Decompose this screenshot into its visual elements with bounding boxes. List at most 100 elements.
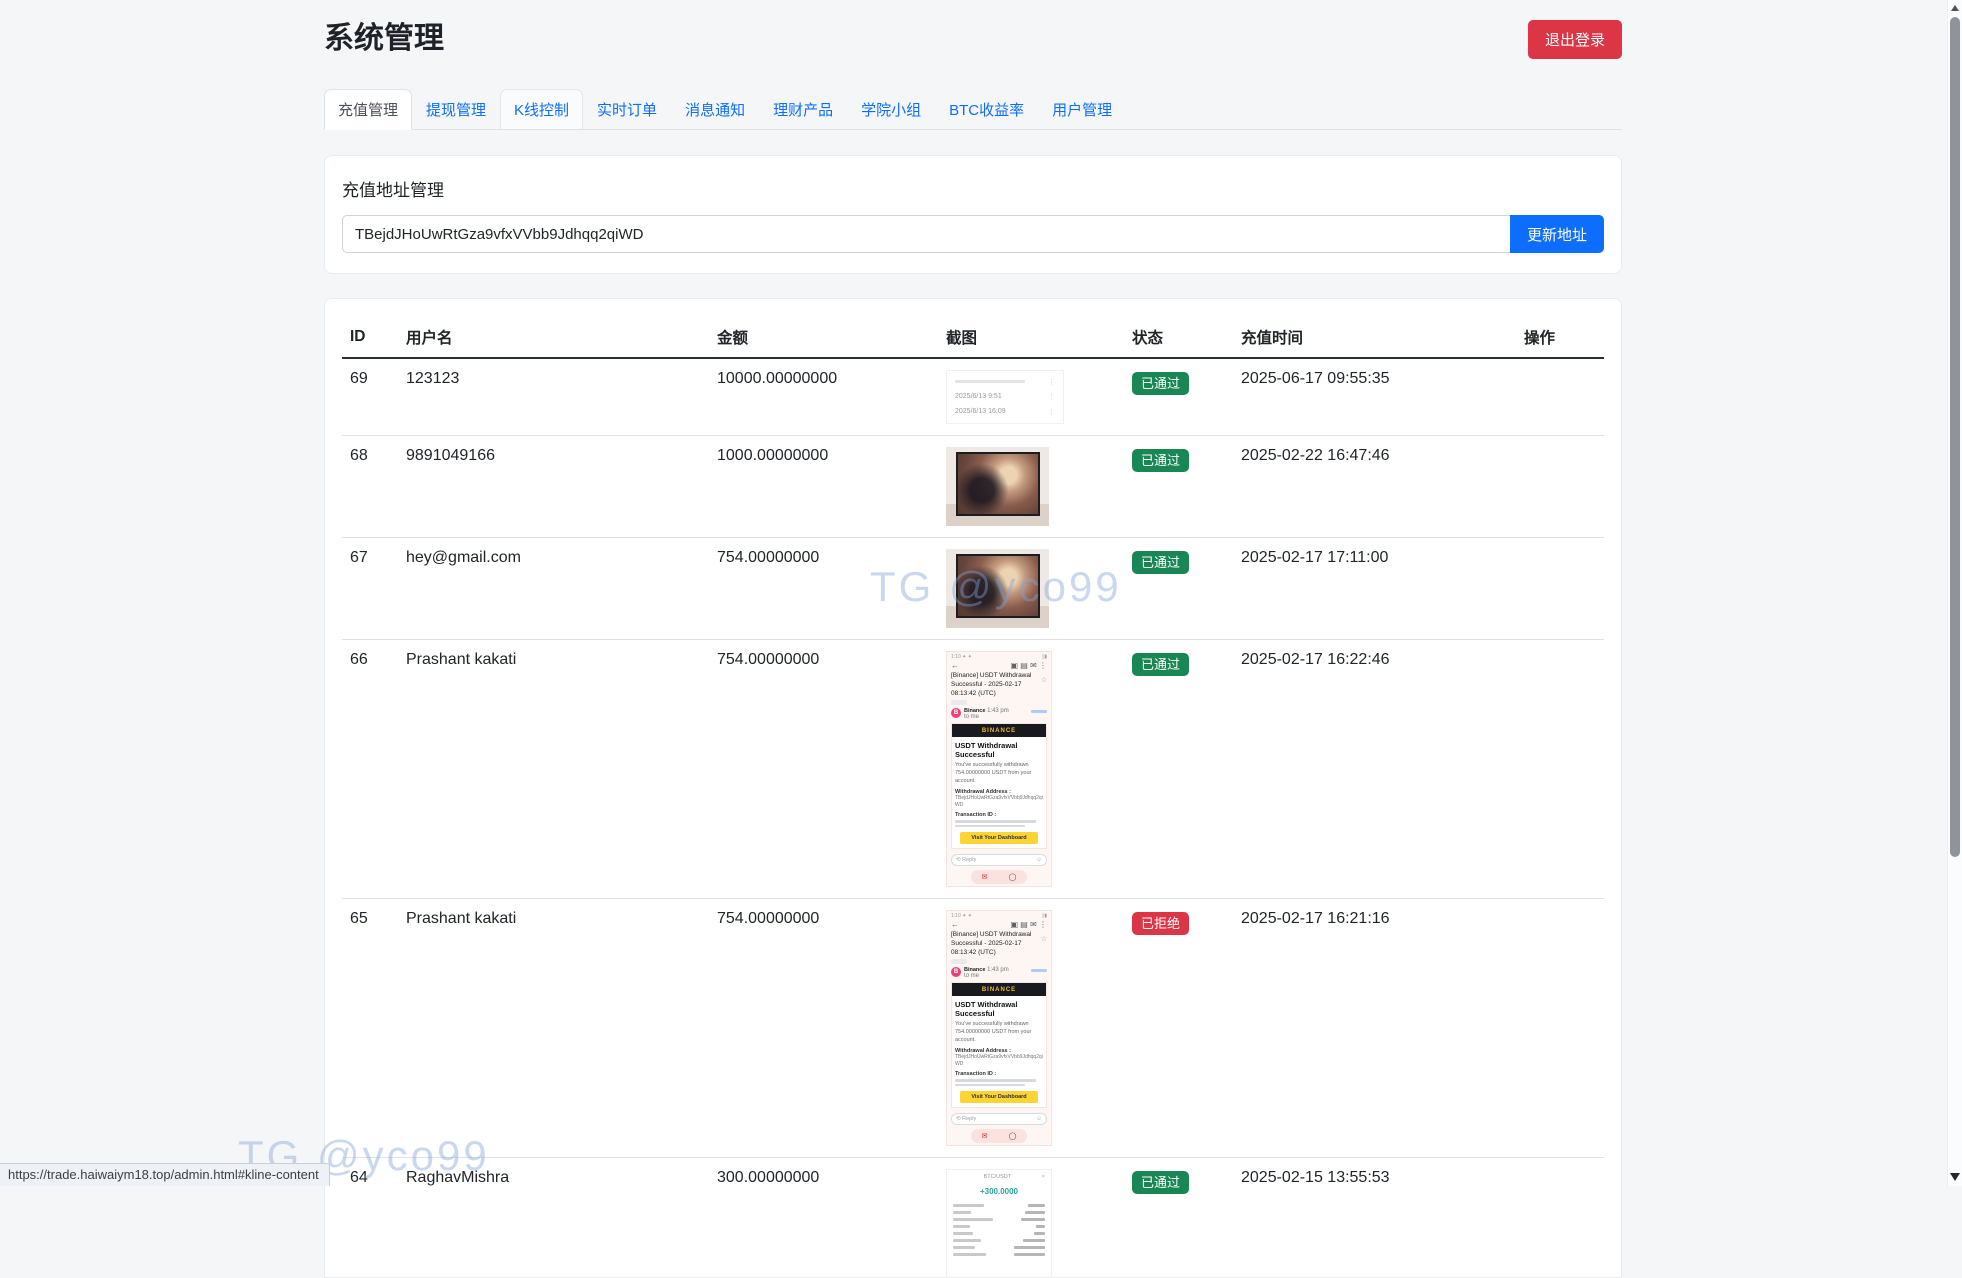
- cell-username: 123123: [398, 358, 709, 436]
- email-heading: USDT Withdrawal Successful: [955, 741, 1043, 759]
- tab-kline-control[interactable]: K线控制: [500, 89, 583, 130]
- view-online-link-bar: [1031, 710, 1047, 713]
- col-header-amount: 金额: [709, 315, 938, 358]
- screenshot-thumbnail[interactable]: [946, 549, 1049, 628]
- status-badge: 已通过: [1132, 372, 1189, 395]
- cell-actions: [1516, 358, 1604, 436]
- cell-time: 2025-02-22 16:47:46: [1233, 436, 1516, 538]
- more-dots-icon: ⋮: [1048, 408, 1055, 416]
- table-header-row: ID 用户名 金额 截图 状态 充值时间 操作: [342, 315, 1604, 358]
- tab-bar: 充值管理 提现管理 K线控制 实时订单 消息通知 理财产品 学院小组 BTC收益…: [324, 89, 1622, 130]
- tab-realtime-orders[interactable]: 实时订单: [583, 89, 671, 130]
- cell-username: hey@gmail.com: [398, 538, 709, 640]
- txid-bar: [955, 1079, 1036, 1082]
- scrollbar-thumb[interactable]: [1950, 17, 1960, 857]
- cell-time: 2025-06-17 09:55:35: [1233, 358, 1516, 436]
- tab-recharge-management[interactable]: 充值管理: [324, 89, 412, 130]
- cell-amount: 754.00000000: [709, 538, 938, 640]
- star-icon: ☆: [1041, 676, 1047, 685]
- sender-time: 1:43 pm: [987, 967, 1009, 973]
- cell-amount: 1000.00000000: [709, 436, 938, 538]
- cell-id: 67: [342, 538, 398, 640]
- col-header-username: 用户名: [398, 315, 709, 358]
- envelope-icon: ✉: [982, 873, 988, 881]
- txid-label: Transaction ID :: [955, 1071, 1043, 1077]
- address-value: TBejdJHoUwRtGza9vfxVVbb9Jdhqq2qiWD: [955, 1054, 1043, 1067]
- cell-amount: 754.00000000: [709, 640, 938, 899]
- cell-actions: [1516, 640, 1604, 899]
- screenshot-thumbnail[interactable]: [946, 447, 1049, 526]
- update-address-button[interactable]: 更新地址: [1510, 215, 1604, 253]
- view-online-link-bar: [1031, 969, 1047, 972]
- cell-id: 64: [342, 1158, 398, 1278]
- browser-status-url: https://trade.haiwaiym18.top/admin.html#…: [0, 1163, 330, 1186]
- deposit-address-card: 充值地址管理 更新地址: [324, 155, 1622, 274]
- status-badge: 已拒绝: [1132, 912, 1189, 935]
- screenshot-thumbnail[interactable]: BTC/USDT× +300.0000: [946, 1169, 1052, 1278]
- cell-time: 2025-02-17 16:22:46: [1233, 640, 1516, 899]
- col-header-time: 充值时间: [1233, 315, 1516, 358]
- cell-actions: [1516, 436, 1604, 538]
- deposit-address-input[interactable]: [342, 215, 1510, 253]
- txid-label: Transaction ID :: [955, 812, 1043, 818]
- logout-button[interactable]: 退出登录: [1528, 20, 1622, 59]
- more-dots-icon: ⋮: [1048, 378, 1055, 386]
- cell-actions: [1516, 538, 1604, 640]
- status-badge: 已通过: [1132, 1171, 1189, 1194]
- txid-bar: [955, 825, 1025, 828]
- screenshot-thumbnail[interactable]: 1:10 ✦ ✦▯▮ ←▣ ▤ ✉ ⋮ [Binance] USDT Withd…: [946, 910, 1052, 1146]
- tab-financial-products[interactable]: 理财产品: [759, 89, 847, 130]
- table-row: 67 hey@gmail.com 754.00000000 已通过 2025-0…: [342, 538, 1604, 640]
- cell-time: 2025-02-17 16:21:16: [1233, 899, 1516, 1158]
- table-row: 66 Prashant kakati 754.00000000 1:10 ✦ ✦…: [342, 640, 1604, 899]
- screenshot-thumbnail[interactable]: ⋮ 2025/6/13 9:51 ⋮ 2025/6/13 16:09 ⋮: [946, 370, 1064, 424]
- email-heading: USDT Withdrawal Successful: [955, 1000, 1043, 1018]
- file-date: 2025/6/13 16:09: [955, 408, 1006, 415]
- star-icon: ☆: [1041, 935, 1047, 944]
- cell-username: Prashant kakati: [398, 899, 709, 1158]
- table-row: 68 9891049166 1000.00000000 已通过 2025-02-…: [342, 436, 1604, 538]
- col-header-id: ID: [342, 315, 398, 358]
- cell-id: 66: [342, 640, 398, 899]
- more-dots-icon: ⋮: [1048, 393, 1055, 401]
- cell-id: 69: [342, 358, 398, 436]
- scroll-down-arrow-icon[interactable]: [1950, 1173, 1960, 1181]
- vertical-scrollbar[interactable]: [1947, 0, 1962, 1186]
- page-title: 系统管理: [324, 20, 444, 58]
- txid-bar: [955, 1084, 1025, 1087]
- binance-logo: BINANCE: [982, 987, 1016, 993]
- tab-academy-group[interactable]: 学院小组: [847, 89, 935, 130]
- table-row: 69 123123 10000.00000000 ⋮ 2025/6/13 9:5…: [342, 358, 1604, 436]
- table-row: 65 Prashant kakati 754.00000000 1:10 ✦ ✦…: [342, 899, 1604, 1158]
- back-icon: ←: [951, 920, 959, 931]
- cell-username: RaghavMishra: [398, 1158, 709, 1278]
- trade-pair: BTC/USDT: [953, 1174, 1042, 1180]
- tab-message-notifications[interactable]: 消息通知: [671, 89, 759, 130]
- tab-btc-yield[interactable]: BTC收益率: [935, 89, 1038, 130]
- cell-actions: [1516, 899, 1604, 1158]
- file-date: 2025/6/13 9:51: [955, 393, 1002, 400]
- back-icon: ←: [951, 661, 959, 672]
- cell-username: Prashant kakati: [398, 640, 709, 899]
- binance-logo: BINANCE: [982, 728, 1016, 734]
- table-row: 64 RaghavMishra 300.00000000 BTC/USDT× +…: [342, 1158, 1604, 1278]
- dashboard-button: Visit Your Dashboard: [960, 832, 1038, 844]
- cell-id: 68: [342, 436, 398, 538]
- inbox-chip: [951, 700, 967, 705]
- sender-avatar: B: [951, 967, 961, 977]
- screenshot-thumbnail[interactable]: 1:10 ✦ ✦▯▮ ←▣ ▤ ✉ ⋮ [Binance] USDT Withd…: [946, 651, 1052, 887]
- cell-amount: 10000.00000000: [709, 358, 938, 436]
- tab-withdrawal-management[interactable]: 提现管理: [412, 89, 500, 130]
- tab-user-management[interactable]: 用户管理: [1038, 89, 1126, 130]
- recharge-table: ID 用户名 金额 截图 状态 充值时间 操作 69 123123 10000.…: [342, 315, 1604, 1278]
- cell-time: 2025-02-17 17:11:00: [1233, 538, 1516, 640]
- col-header-actions: 操作: [1516, 315, 1604, 358]
- sender-avatar: B: [951, 708, 961, 718]
- txid-bar: [955, 820, 1036, 823]
- status-badge: 已通过: [1132, 449, 1189, 472]
- close-icon: ×: [1042, 1174, 1045, 1180]
- deposit-address-input-group: 更新地址: [342, 215, 1604, 253]
- scroll-up-arrow-icon[interactable]: [1951, 5, 1959, 11]
- to-line: to me: [964, 973, 1031, 979]
- col-header-screenshot: 截图: [938, 315, 1124, 358]
